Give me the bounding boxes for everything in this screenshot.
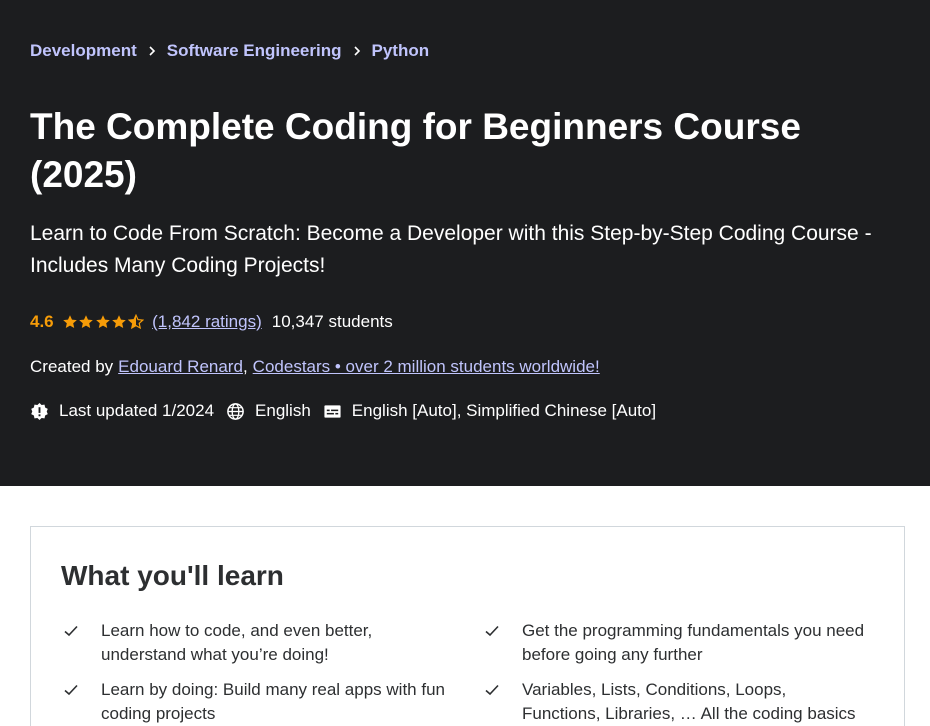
star-icon (62, 315, 77, 328)
language-text: English (255, 401, 311, 420)
chevron-right-icon (137, 42, 167, 60)
star-icon (95, 315, 110, 328)
learn-item-text: Get the programming fundamentals you nee… (522, 621, 865, 664)
learn-item-text: Learn how to code, and even better, unde… (101, 621, 373, 664)
breadcrumb-development[interactable]: Development (30, 41, 137, 61)
closed-captions-icon (324, 404, 341, 418)
learn-item: Learn how to code, and even better, unde… (61, 619, 451, 667)
created-by-label: Created by (30, 357, 114, 376)
star-icon (79, 315, 93, 328)
check-icon (485, 625, 499, 637)
learn-item-text: Variables, Lists, Conditions, Loops, Fun… (522, 680, 856, 723)
course-hero: Development Software Engineering Python … (0, 0, 930, 486)
check-icon (485, 684, 499, 696)
check-icon (64, 625, 78, 637)
breadcrumb-software-engineering[interactable]: Software Engineering (167, 41, 342, 61)
star-icon (127, 314, 144, 330)
learn-item: Get the programming fundamentals you nee… (482, 619, 872, 667)
last-updated: Last updated 1/2024 (30, 401, 214, 421)
course-subtitle: Learn to Code From Scratch: Become a Dev… (30, 222, 872, 277)
ratings-count-link[interactable]: (1,842 ratings) (152, 312, 262, 332)
star-icon (112, 315, 126, 328)
rating-row: 4.6 (1,842 ratings) 10,347 students (30, 312, 393, 332)
breadcrumb: Development Software Engineering Python (30, 41, 429, 61)
learn-item-text: Learn by doing: Build many real apps wit… (101, 680, 445, 723)
new-badge-icon (31, 402, 48, 420)
students-count: 10,347 students (271, 312, 393, 331)
what-youll-learn-heading: What you'll learn (61, 560, 284, 591)
captions-text: English [Auto], Simplified Chinese [Auto… (351, 401, 657, 420)
course-language: English (226, 401, 311, 421)
chevron-right-icon (342, 42, 372, 60)
course-meta-row: Last updated 1/2024 English English [Aut… (30, 401, 668, 421)
learn-item: Variables, Lists, Conditions, Loops, Fun… (482, 678, 872, 726)
course-captions: English [Auto], Simplified Chinese [Auto… (323, 401, 656, 421)
star-rating (62, 314, 145, 330)
what-youll-learn-box: What you'll learn Learn how to code, and… (30, 526, 905, 726)
breadcrumb-python[interactable]: Python (372, 41, 430, 61)
globe-icon (227, 402, 244, 420)
course-title: The Complete Coding for Beginners Course… (30, 106, 801, 195)
rating-value: 4.6 (30, 312, 54, 331)
check-icon (64, 684, 78, 696)
instructor-link-codestars[interactable]: Codestars • over 2 million students worl… (253, 357, 600, 377)
instructor-link-edouard-renard[interactable]: Edouard Renard (118, 357, 243, 377)
learn-item: Learn by doing: Build many real apps wit… (61, 678, 451, 726)
instructor-separator: , (242, 357, 248, 376)
created-by-row: Created by Edouard Renard , Codestars • … (30, 357, 600, 377)
last-updated-text: Last updated 1/2024 (59, 401, 215, 420)
